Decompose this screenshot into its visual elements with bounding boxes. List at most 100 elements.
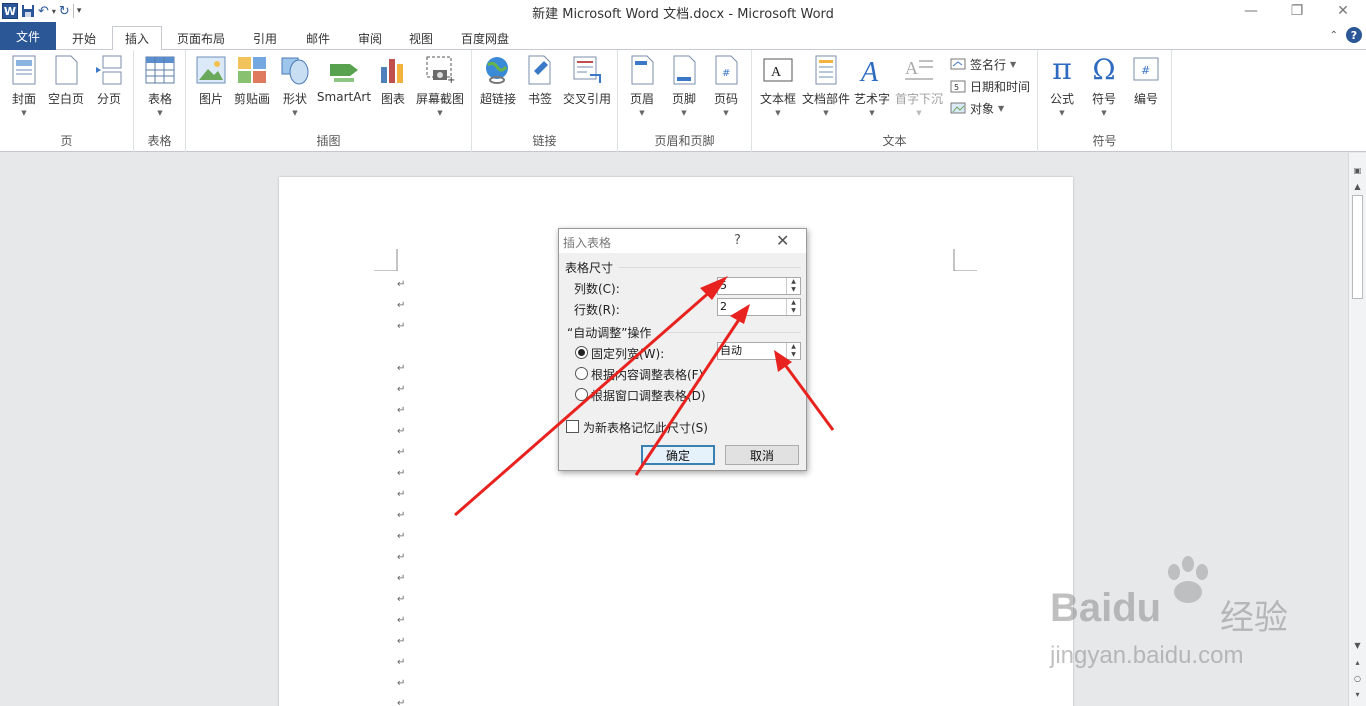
spinner-arrows: ▲ ▼ [786,343,800,359]
remember-size-checkbox[interactable] [566,420,579,433]
cover-page-label: 封面 [11,92,36,106]
group-symbols: π 公式 ▼ Ω 符号 ▼ # 编号 符号 [1038,50,1172,152]
cross-reference-button[interactable]: 交叉引用 [560,54,614,124]
scroll-thumb[interactable] [1352,195,1363,299]
dialog-title: 插入表格 [563,236,612,250]
fixed-width-spinner[interactable]: 自动 ▲ ▼ [717,342,801,360]
paragraph-mark: ↵ [397,279,406,290]
clip-art-button[interactable]: 剪贴画 [232,54,272,124]
group-pages: 封面 ▼ 空白页 分页 页 [0,50,134,152]
tab-review[interactable]: 审阅 [345,26,395,50]
symbol-button[interactable]: Ω 符号 ▼ [1086,54,1122,124]
smartart-button[interactable]: SmartArt [316,54,372,124]
spin-down-icon[interactable]: ▼ [787,351,800,359]
shapes-label: 形状 [282,92,307,106]
tab-baidu-netdisk[interactable]: 百度网盘 [450,26,520,50]
picture-label: 图片 [198,92,223,106]
scroll-up-icon[interactable]: ▲ [1349,179,1366,193]
page-break-button[interactable]: 分页 [92,54,126,124]
cancel-button[interactable]: 取消 [725,445,799,465]
quick-parts-button[interactable]: 文档部件 ▼ [800,54,852,124]
help-icon[interactable]: ? [1346,27,1362,43]
tab-file[interactable]: 文件 [0,22,56,50]
header-button[interactable]: 页眉 ▼ [624,54,660,124]
numbering-button[interactable]: # 编号 [1128,54,1164,124]
previous-page-icon[interactable]: ▴ [1349,655,1366,669]
paragraph-mark: ↵ [397,615,406,626]
wordart-button[interactable]: A 艺术字 ▼ [852,54,892,124]
bookmark-button[interactable]: 书签 [524,54,556,124]
collapse-ribbon-icon[interactable]: ⌃ [1330,30,1338,41]
autofit-window-radio[interactable] [575,388,588,401]
spin-down-icon[interactable]: ▼ [787,286,800,294]
window-controls: — ❐ ✕ [1228,0,1366,22]
shapes-button[interactable]: 形状 ▼ [278,54,312,124]
dialog-close-button[interactable]: ✕ [776,231,789,250]
columns-spinner[interactable]: 5 ▲ ▼ [717,277,801,295]
columns-value[interactable]: 5 [718,278,786,294]
ribbon-tabs: 文件 开始 插入 页面布局 引用 邮件 审阅 视图 百度网盘 ⌃ ? [0,22,1366,51]
picture-icon [195,54,227,86]
tab-mailings[interactable]: 邮件 [293,26,343,50]
equation-button[interactable]: π 公式 ▼ [1044,54,1080,124]
date-time-button[interactable]: 5 日期和时间 [950,76,1030,96]
rows-spinner[interactable]: 2 ▲ ▼ [717,298,801,316]
dropdown-arrow-icon: ▼ [1059,109,1065,117]
tab-insert[interactable]: 插入 [112,26,162,51]
footer-button[interactable]: 页脚 ▼ [666,54,702,124]
object-button[interactable]: 对象 ▼ [950,98,1004,118]
help-button[interactable]: ? [734,233,741,248]
paragraph-mark: ↵ [397,657,406,668]
screenshot-button[interactable]: + 屏幕截图 ▼ [414,54,466,124]
spin-up-icon[interactable]: ▲ [787,278,800,286]
page-number-icon: # [710,54,742,86]
chart-button[interactable]: 图表 [376,54,410,124]
spin-up-icon[interactable]: ▲ [787,343,800,351]
paragraph-mark: ↵ [397,447,406,458]
close-button[interactable]: ✕ [1320,0,1366,22]
page-number-button[interactable]: # 页码 ▼ [708,54,744,124]
ok-button[interactable]: 确定 [641,445,715,465]
watermark-url: jingyan.baidu.com [1050,642,1244,669]
screenshot-icon: + [424,54,456,86]
ruler-toggle-icon[interactable]: ▣ [1349,163,1366,177]
autofit-content-radio[interactable] [575,367,588,380]
cross-reference-label: 交叉引用 [562,92,611,106]
blank-page-button[interactable]: 空白页 [46,54,86,124]
svg-text:#: # [722,68,730,79]
tab-view[interactable]: 视图 [396,26,446,50]
header-label: 页眉 [629,92,654,106]
next-page-icon[interactable]: ▾ [1349,687,1366,701]
tab-references[interactable]: 引用 [240,26,290,50]
fixed-width-radio[interactable] [575,346,588,359]
clip-art-icon [236,54,268,86]
minimize-button[interactable]: — [1228,0,1274,22]
picture-button[interactable]: 图片 [194,54,228,124]
tab-page-layout[interactable]: 页面布局 [166,26,236,50]
select-browse-object-icon[interactable]: ○ [1349,671,1366,685]
table-button[interactable]: 表格 ▼ [142,54,178,124]
cover-page-button[interactable]: 封面 ▼ [6,54,42,124]
tab-home[interactable]: 开始 [58,26,110,50]
dropdown-arrow-icon: ▼ [1101,109,1107,117]
spin-up-icon[interactable]: ▲ [787,299,800,307]
drop-cap-button[interactable]: A 首字下沉 ▼ [894,54,944,124]
watermark-cn: 经验 [1220,598,1288,638]
svg-text:A: A [905,58,918,78]
vertical-scrollbar[interactable]: ▣ ▲ ▼ ▴ ○ ▾ [1348,153,1366,706]
fixed-width-value[interactable]: 自动 [718,343,786,359]
object-label: 对象 [970,101,995,116]
numbering-label: 编号 [1133,92,1158,106]
autofit-content-label: 根据内容调整表格(F) [591,368,704,382]
page-break-label: 分页 [96,92,121,106]
hyperlink-button[interactable]: 超链接 [476,54,520,124]
group-label-symbols: 符号 [1092,134,1117,148]
signature-line-button[interactable]: 签名行 ▼ [950,54,1016,74]
spin-down-icon[interactable]: ▼ [787,307,800,315]
dropdown-arrow-icon: ▼ [823,109,829,117]
rows-value[interactable]: 2 [718,299,786,315]
restore-button[interactable]: ❐ [1274,0,1320,22]
text-box-button[interactable]: A 文本框 ▼ [756,54,800,124]
scroll-down-icon[interactable]: ▼ [1349,638,1366,652]
blank-page-icon [50,54,82,86]
